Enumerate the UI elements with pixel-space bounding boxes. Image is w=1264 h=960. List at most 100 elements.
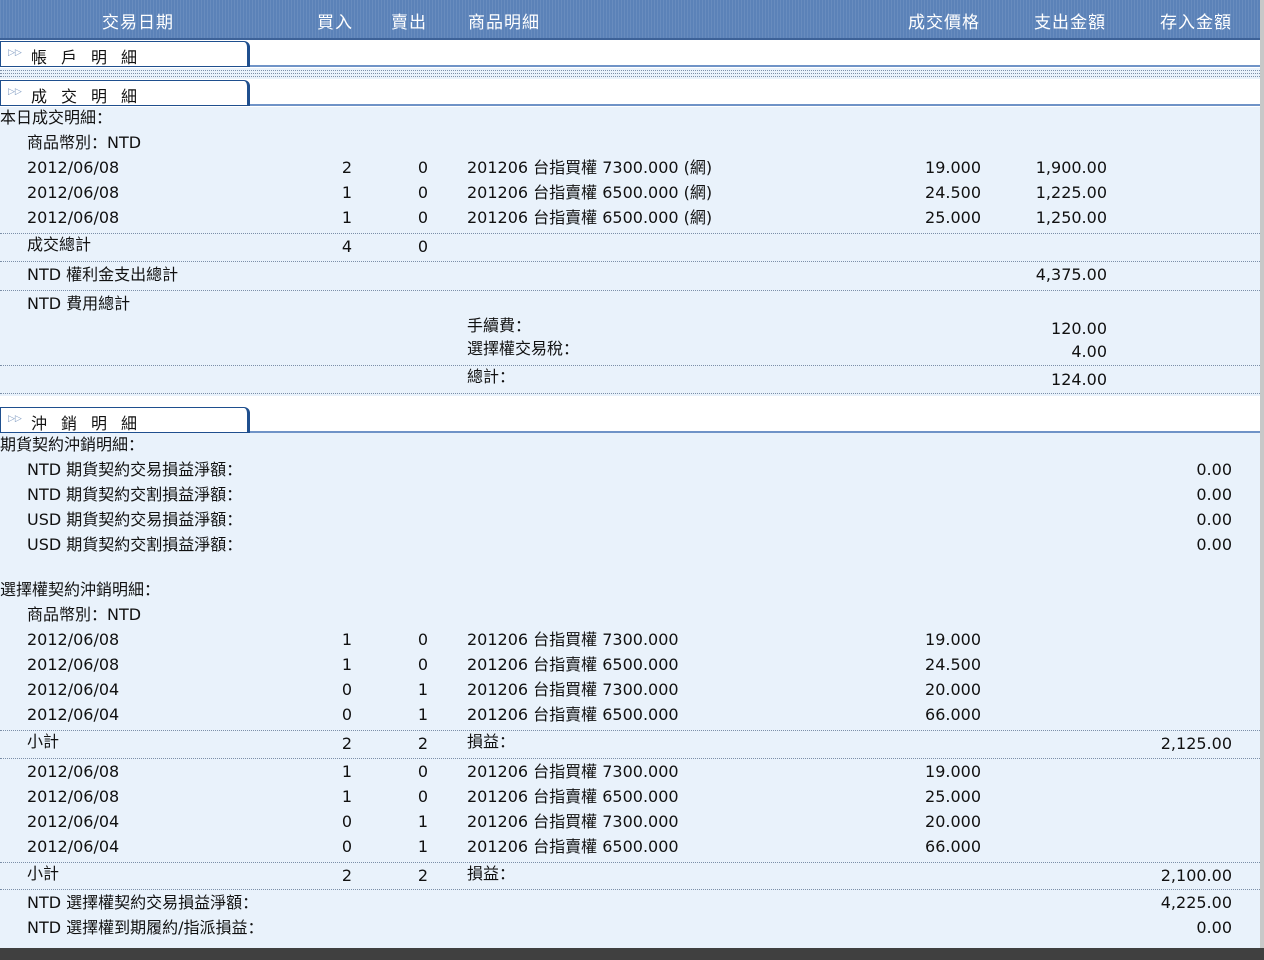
divider: [0, 889, 1260, 890]
futures-value: 0.00: [1196, 485, 1232, 504]
col-product[interactable]: 商品明細: [468, 8, 540, 33]
option-product: 201206 台指賣權 6500.000: [467, 705, 679, 724]
option-buy: 0: [341, 680, 352, 699]
options-currency: 商品幣別：NTD: [27, 605, 142, 624]
subtotal-buy: 2: [341, 866, 352, 885]
premium-total-label: NTD 權利金支出總計: [27, 265, 179, 284]
today-title: 本日成交明細：: [0, 108, 113, 127]
tab-trade-row: ▷▷ 成交明細: [0, 80, 1260, 112]
tab-account-label: 帳戶明細: [31, 48, 152, 67]
subtotal-pl-label: 損益：: [467, 732, 516, 751]
trade-product: 201206 台指賣權 6500.000 (網): [467, 208, 713, 227]
trade-price: 25.000: [925, 208, 981, 227]
divider: [0, 365, 1260, 366]
subtotal-pl-value: 2,125.00: [1160, 734, 1232, 753]
trade-expense: 1,250.00: [1035, 208, 1107, 227]
trade-product: 201206 台指賣權 6500.000 (網): [467, 183, 713, 202]
option-sell: 0: [417, 655, 428, 674]
option-price: 25.000: [925, 787, 981, 806]
divider: [0, 730, 1260, 731]
divider: [0, 261, 1260, 262]
column-header-bar: 交易日期 買入 賣出 商品明細 成交價格 支出金額 存入金額: [0, 0, 1260, 40]
trade-buy: 2: [341, 158, 352, 177]
trade-buy: 1: [341, 183, 352, 202]
trade-date: 2012/06/08: [27, 183, 120, 202]
subtotal-sell: 2: [417, 734, 428, 753]
trade-price: 19.000: [925, 158, 981, 177]
trade-total-buy: 4: [341, 237, 352, 256]
option-buy: 1: [341, 787, 352, 806]
option-date: 2012/06/04: [27, 837, 120, 856]
divider: [0, 70, 1260, 71]
option-date: 2012/06/04: [27, 680, 120, 699]
options-net-label: NTD 選擇權契約交易損益淨額：: [27, 893, 259, 912]
fee-total-label: NTD 費用總計: [27, 294, 131, 313]
option-date: 2012/06/04: [27, 705, 120, 724]
option-product: 201206 台指買權 7300.000: [467, 630, 679, 649]
futures-value: 0.00: [1196, 510, 1232, 529]
tab-trade[interactable]: ▷▷ 成交明細: [0, 80, 250, 106]
scrollbar[interactable]: [1260, 0, 1264, 948]
option-price: 66.000: [925, 705, 981, 724]
trade-expense: 1,900.00: [1035, 158, 1107, 177]
option-date: 2012/06/04: [27, 812, 120, 831]
option-date: 2012/06/08: [27, 787, 120, 806]
option-product: 201206 台指買權 7300.000: [467, 680, 679, 699]
tab-underline: [250, 104, 1260, 106]
col-deposit[interactable]: 存入金額: [1160, 8, 1232, 33]
fee-sum-value: 124.00: [1051, 370, 1107, 389]
divider: [0, 290, 1260, 291]
options-net-value: 4,225.00: [1160, 893, 1232, 912]
subtotal-label: 小計: [27, 732, 60, 751]
trade-expense: 1,225.00: [1035, 183, 1107, 202]
tab-underline: [250, 431, 1260, 433]
option-buy: 0: [341, 837, 352, 856]
trade-sell: 0: [417, 208, 428, 227]
options-expiry-value: 0.00: [1196, 918, 1232, 937]
option-price: 19.000: [925, 762, 981, 781]
trade-total-sell: 0: [417, 237, 428, 256]
tab-account[interactable]: ▷▷ 帳戶明細: [0, 41, 250, 67]
tab-offset-label: 沖銷明細: [31, 414, 152, 433]
option-price: 20.000: [925, 680, 981, 699]
option-price: 19.000: [925, 630, 981, 649]
options-expiry-label: NTD 選擇權到期履約/指派損益：: [27, 918, 264, 937]
option-buy: 1: [341, 630, 352, 649]
today-currency: 商品幣別：NTD: [27, 133, 142, 152]
option-price: 20.000: [925, 812, 981, 831]
col-sell[interactable]: 賣出: [391, 8, 427, 33]
trade-sell: 0: [417, 183, 428, 202]
divider: [0, 233, 1260, 234]
option-sell: 1: [417, 680, 428, 699]
col-trade-date[interactable]: 交易日期: [102, 8, 174, 33]
option-date: 2012/06/08: [27, 762, 120, 781]
col-buy[interactable]: 買入: [317, 8, 353, 33]
expand-arrow-icon: ▷▷: [8, 414, 22, 424]
col-price[interactable]: 成交價格: [908, 8, 980, 33]
divider: [0, 758, 1260, 759]
option-product: 201206 台指買權 7300.000: [467, 762, 679, 781]
option-product: 201206 台指賣權 6500.000: [467, 655, 679, 674]
option-product: 201206 台指買權 7300.000: [467, 812, 679, 831]
trade-date: 2012/06/08: [27, 208, 120, 227]
futures-label: NTD 期貨契約交易損益淨額：: [27, 460, 243, 479]
tab-offset[interactable]: ▷▷ 沖銷明細: [0, 407, 250, 433]
trade-sell: 0: [417, 158, 428, 177]
option-sell: 1: [417, 705, 428, 724]
option-buy: 1: [341, 655, 352, 674]
option-buy: 1: [341, 762, 352, 781]
tab-offset-row: ▷▷ 沖銷明細: [0, 407, 1260, 439]
subtotal-pl-label: 損益：: [467, 864, 516, 883]
option-sell: 0: [417, 787, 428, 806]
trade-buy: 1: [341, 208, 352, 227]
option-product: 201206 台指賣權 6500.000: [467, 837, 679, 856]
options-title: 選擇權契約沖銷明細：: [0, 580, 161, 599]
futures-value: 0.00: [1196, 460, 1232, 479]
option-buy: 0: [341, 705, 352, 724]
fee-item-value: 4.00: [1071, 342, 1107, 361]
subtotal-buy: 2: [341, 734, 352, 753]
trade-product: 201206 台指買權 7300.000 (網): [467, 158, 713, 177]
subtotal-label: 小計: [27, 864, 60, 883]
fee-sum-label: 總計：: [467, 367, 516, 386]
col-expense[interactable]: 支出金額: [1034, 8, 1106, 33]
